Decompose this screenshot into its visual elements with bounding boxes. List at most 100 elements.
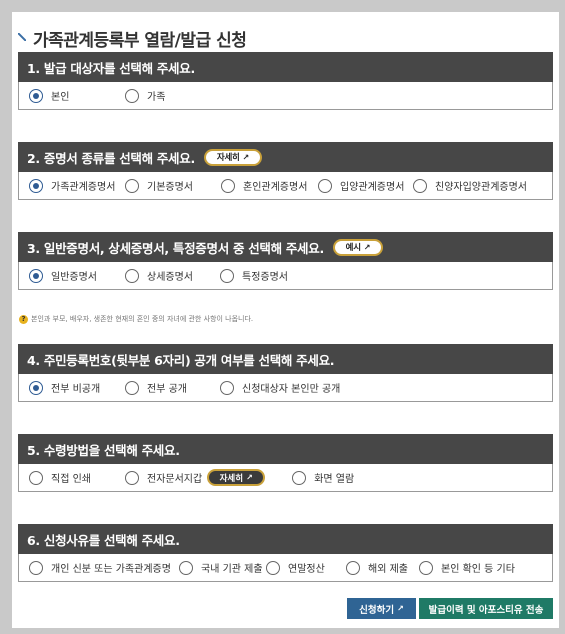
radio-circle-selected[interactable] [29,268,43,283]
radio-label: 일반증명서 [51,272,97,283]
details-button[interactable]: 자세히 ↗ [207,469,266,486]
radio-label: 혼인관계증명서 [243,182,308,193]
radio-adoption[interactable]: 입양관계증명서 [318,178,413,193]
radio-self[interactable]: 본인 [29,88,125,103]
apply-label: 신청하기 [359,604,395,616]
radio-detailed[interactable]: 상세증명서 [125,268,220,283]
section-certificate-scope: 3. 일반증명서, 상세증명서, 특정증명서 중 선택해 주세요. 예시 ↗ 일… [18,232,553,290]
radio-circle[interactable] [413,178,427,193]
radio-tax[interactable]: 연말정산 [266,560,346,575]
radio-label: 입양관계증명서 [340,182,405,193]
external-link-icon: ↗ [242,152,249,162]
radio-circle[interactable] [179,560,193,575]
example-label: 예시 [345,243,361,253]
radio-label: 화면 열람 [314,474,355,485]
section-heading-text: 5. 수령방법을 선택해 주세요. [27,442,180,458]
section-heading: 6. 신청사유를 선택해 주세요. [18,524,553,554]
radio-e-wallet[interactable]: 전자문서지갑 [125,470,202,485]
radio-general[interactable]: 일반증명서 [29,268,125,283]
issue-history-button[interactable]: 발급이력 및 아포스티유 전송 [419,598,553,619]
section-heading-text: 1. 발급 대상자를 선택해 주세요. [27,60,195,76]
issue-history-label: 발급이력 및 아포스티유 전송 [428,604,544,616]
radio-label: 친양자입양관계증명서 [435,182,527,193]
radio-label: 신청대상자 본인만 공개 [242,384,341,395]
external-link-icon: ↗ [246,473,253,482]
info-note-text: 본인과 부모, 배우자, 생존한 현재의 혼인 중의 자녀에 관한 사항이 나옵… [31,315,254,323]
radio-circle[interactable] [125,470,139,485]
radio-screen-view[interactable]: 화면 열람 [292,470,354,485]
radio-print[interactable]: 직접 인쇄 [29,470,125,485]
radio-label: 연말정산 [288,564,325,575]
radio-circle[interactable] [266,560,280,575]
radio-label: 상세증명서 [147,272,193,283]
section-heading: 2. 증명서 종류를 선택해 주세요. 자세히 ↗ [18,142,553,172]
radio-label: 전부 비공개 [51,384,101,395]
radio-group-reason: 개인 신분 또는 가족관계증명 국내 기관 제출 연말정산 해외 제출 본인 확… [18,554,553,582]
info-note: ? 본인과 부모, 배우자, 생존한 현재의 혼인 중의 자녀에 관한 사항이 … [19,314,253,324]
radio-basic[interactable]: 기본증명서 [125,178,221,193]
radio-all-public[interactable]: 전부 공개 [125,380,220,395]
section-heading: 4. 주민등록번호(뒷부분 6자리) 공개 여부를 선택해 주세요. [18,344,553,374]
radio-family[interactable]: 가족 [125,88,165,103]
section-target: 1. 발급 대상자를 선택해 주세요. 본인 가족 [18,52,553,110]
main-panel: 가족관계등록부 열람/발급 신청 1. 발급 대상자를 선택해 주세요. 본인 … [12,12,559,628]
radio-label: 기본증명서 [147,182,193,193]
example-button[interactable]: 예시 ↗ [332,238,383,256]
radio-circle[interactable] [125,88,139,103]
radio-circle[interactable] [220,268,234,283]
section-heading-text: 4. 주민등록번호(뒷부분 6자리) 공개 여부를 선택해 주세요. [27,352,335,368]
radio-family-relation[interactable]: 가족관계증명서 [29,178,125,193]
radio-full-adoption[interactable]: 친양자입양관계증명서 [413,178,527,193]
radio-circle[interactable] [220,380,234,395]
radio-circle-selected[interactable] [29,178,43,193]
radio-circle[interactable] [125,178,139,193]
radio-other[interactable]: 본인 확인 등 기타 [419,560,515,575]
apply-button[interactable]: 신청하기 ↗ [347,598,416,619]
section-receipt-method: 5. 수령방법을 선택해 주세요. 직접 인쇄 전자문서지갑 자세히 ↗ 화면 … [18,434,553,492]
page-header: 가족관계등록부 열람/발급 신청 [18,26,247,51]
radio-circle[interactable] [125,268,139,283]
radio-group-certificate: 가족관계증명서 기본증명서 혼인관계증명서 입양관계증명서 친양자입양관계증명서 [18,172,553,200]
radio-circle[interactable] [346,560,360,575]
external-link-icon: ↗ [363,242,371,252]
radio-circle-selected[interactable] [29,88,43,103]
radio-group-disclosure: 전부 비공개 전부 공개 신청대상자 본인만 공개 [18,374,553,402]
section-heading: 1. 발급 대상자를 선택해 주세요. [18,52,553,82]
radio-label: 가족 [147,92,166,103]
radio-label: 국내 기관 제출 [201,564,263,575]
radio-label: 개인 신분 또는 가족관계증명 [51,564,171,575]
radio-group-scope: 일반증명서 상세증명서 특정증명서 [18,262,553,290]
radio-circle[interactable] [125,380,139,395]
title-marker-icon [18,32,26,41]
section-heading: 5. 수령방법을 선택해 주세요. [18,434,553,464]
radio-circle[interactable] [221,178,235,193]
section-heading-text: 6. 신청사유를 선택해 주세요. [27,532,180,548]
section-heading-text: 2. 증명서 종류를 선택해 주세요. [27,150,195,166]
radio-circle[interactable] [292,470,307,485]
radio-label: 특정증명서 [242,272,288,283]
radio-circle[interactable] [29,470,43,485]
radio-circle[interactable] [318,178,332,193]
section-reason: 6. 신청사유를 선택해 주세요. 개인 신분 또는 가족관계증명 국내 기관 … [18,524,553,582]
section-certificate-type: 2. 증명서 종류를 선택해 주세요. 자세히 ↗ 가족관계증명서 기본증명서 … [18,142,553,200]
radio-circle[interactable] [419,560,433,575]
radio-self-only-public[interactable]: 신청대상자 본인만 공개 [220,380,340,395]
radio-circle-selected[interactable] [29,380,43,395]
radio-overseas[interactable]: 해외 제출 [346,560,419,575]
radio-specific[interactable]: 특정증명서 [220,268,288,283]
radio-group-target: 본인 가족 [18,82,553,110]
help-icon: ? [19,314,28,324]
radio-domestic[interactable]: 국내 기관 제출 [179,560,266,575]
details-label: 자세히 [216,153,240,163]
radio-all-private[interactable]: 전부 비공개 [29,380,125,395]
radio-identity[interactable]: 개인 신분 또는 가족관계증명 [29,560,179,575]
radio-label: 가족관계증명서 [51,182,116,193]
radio-circle[interactable] [29,560,43,575]
section-heading: 3. 일반증명서, 상세증명서, 특정증명서 중 선택해 주세요. 예시 ↗ [18,232,553,262]
section-resident-number: 4. 주민등록번호(뒷부분 6자리) 공개 여부를 선택해 주세요. 전부 비공… [18,344,553,402]
radio-label: 전부 공개 [147,384,187,395]
radio-label: 본인 확인 등 기타 [441,564,515,575]
radio-marriage[interactable]: 혼인관계증명서 [221,178,318,193]
page-title: 가족관계등록부 열람/발급 신청 [33,31,247,51]
details-button[interactable]: 자세히 ↗ [203,148,262,166]
